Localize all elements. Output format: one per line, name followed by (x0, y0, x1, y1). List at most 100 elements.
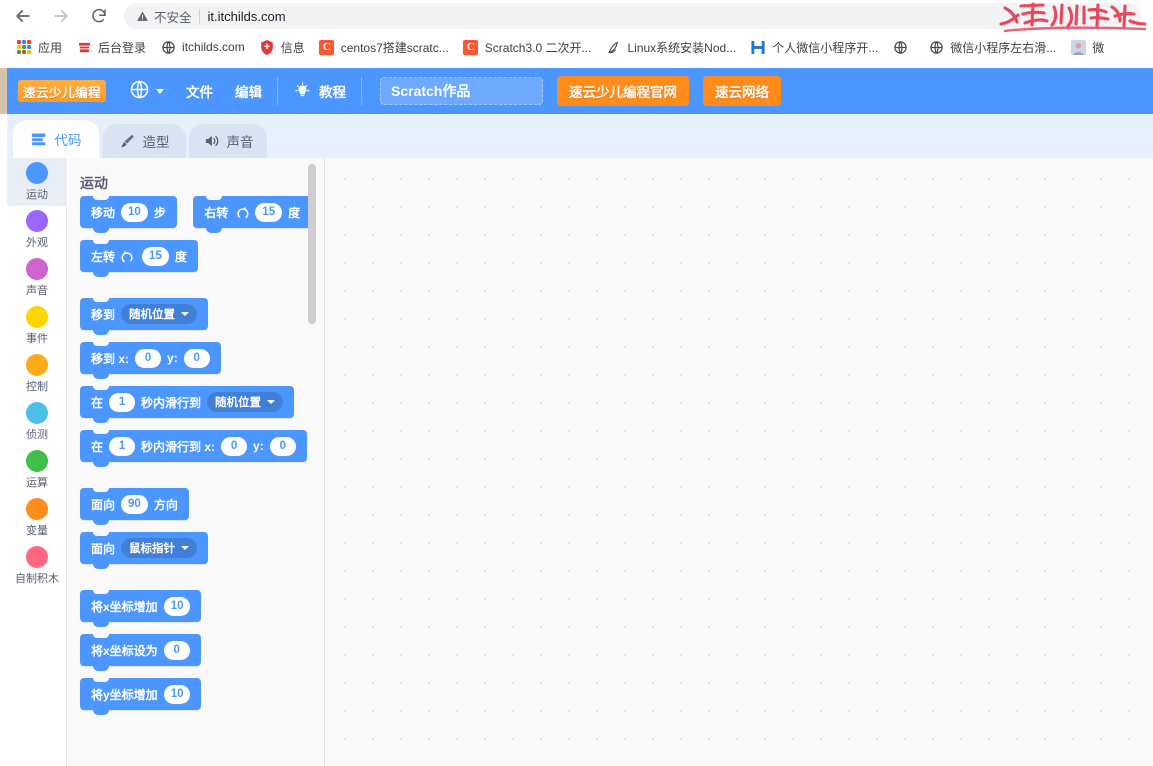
category-label: 侦测 (26, 426, 48, 442)
block-turn-right[interactable]: 右转 15 度 (193, 196, 311, 228)
reload-icon[interactable] (84, 1, 114, 31)
bookmark-centos7-scratch[interactable]: C centos7搭建scratc... (313, 35, 455, 59)
block-number-input[interactable]: 15 (142, 247, 169, 266)
block-move-steps[interactable]: 移动 10 步 (80, 196, 177, 228)
lightbulb-icon (293, 82, 312, 101)
block-number-input[interactable]: 15 (255, 203, 282, 222)
block-number-input[interactable]: 0 (164, 641, 190, 660)
workspace-canvas[interactable] (325, 158, 1153, 766)
scratch-menu-bar: 速云少儿编程 文件 编辑 (7, 68, 1153, 114)
tab-code[interactable]: 代码 (13, 120, 99, 158)
turn-left-icon (121, 249, 136, 264)
paintbrush-icon (119, 133, 136, 149)
bookmark-avatar-item[interactable]: 微 (1064, 35, 1110, 59)
category-color-dot (26, 258, 48, 280)
block-text: 移到 x: (91, 350, 129, 367)
official-site-button[interactable]: 速云少儿编程官网 (557, 76, 689, 106)
bookmark-itchilds[interactable]: itchilds.com (154, 35, 251, 59)
block-number-input[interactable]: 90 (121, 495, 148, 514)
block-text: 将x坐标设为 (91, 642, 158, 659)
category-control[interactable]: 控制 (7, 350, 67, 398)
block-dropdown[interactable]: 鼠标指针 (121, 538, 197, 558)
category-variables[interactable]: 变量 (7, 494, 67, 542)
forward-icon[interactable] (46, 1, 76, 31)
bookmark-info[interactable]: 信息 (253, 35, 311, 59)
bookmark-label: 信息 (281, 39, 305, 56)
menu-tutorials[interactable]: 教程 (282, 68, 357, 114)
network-site-button[interactable]: 速云网络 (703, 76, 781, 106)
omnibox-divider (199, 9, 200, 24)
bookmark-apps[interactable]: 应用 (10, 35, 68, 59)
block-number-input[interactable]: 10 (164, 685, 191, 704)
block-number-input[interactable]: 0 (135, 349, 161, 368)
palette-scrollbar[interactable] (308, 164, 316, 324)
block-text: 面向 (91, 496, 115, 513)
bookmark-label: centos7搭建scratc... (341, 39, 449, 56)
block-glide-to-target[interactable]: 在 1 秒内滑行到 随机位置 (80, 386, 294, 418)
category-label: 运算 (26, 474, 48, 490)
category-looks[interactable]: 外观 (7, 206, 67, 254)
block-number-input[interactable]: 1 (109, 437, 135, 456)
tab-costumes[interactable]: 造型 (102, 124, 186, 158)
apps-grid-icon (16, 39, 32, 55)
block-text: y: (253, 439, 264, 453)
bookmark-label: Linux系统安装Nod... (627, 39, 736, 56)
chevron-down-icon (181, 546, 189, 550)
block-set-x-to[interactable]: 将x坐标设为 0 (80, 634, 201, 666)
bookmark-admin-login[interactable]: 后台登录 (70, 35, 152, 59)
palette-section-heading: 运动 (80, 173, 108, 193)
block-number-input[interactable]: 10 (121, 203, 148, 222)
block-point-direction[interactable]: 面向 90 方向 (80, 488, 189, 520)
category-motion[interactable]: 运动 (7, 158, 67, 206)
bookmark-globe-blank[interactable] (886, 35, 920, 59)
block-text: 将x坐标增加 (91, 598, 158, 615)
menu-edit[interactable]: 编辑 (224, 68, 273, 114)
category-operators[interactable]: 运算 (7, 446, 67, 494)
block-point-towards[interactable]: 面向 鼠标指针 (80, 532, 208, 564)
category-label: 外观 (26, 234, 48, 250)
palette-block-list: 移动 10 步 右转 15 度 (68, 196, 325, 722)
block-goto-target[interactable]: 移到 随机位置 (80, 298, 208, 330)
block-text: 秒内滑行到 (141, 394, 201, 411)
back-icon[interactable] (8, 1, 38, 31)
bookmark-wechat-swipe[interactable]: 微信小程序左右滑... (922, 35, 1062, 59)
block-goto-xy[interactable]: 移到 x: 0 y: 0 (80, 342, 221, 374)
category-my-blocks[interactable]: 自制积木 (7, 542, 67, 590)
block-number-input[interactable]: 10 (164, 597, 191, 616)
block-text: 度 (288, 204, 300, 221)
category-events[interactable]: 事件 (7, 302, 67, 350)
bookmark-label: 应用 (38, 39, 62, 56)
tab-sounds[interactable]: 声音 (189, 124, 267, 158)
menu-file[interactable]: 文件 (175, 68, 224, 114)
navigation-bar: 不安全 it.itchilds.com (0, 0, 1153, 32)
block-dropdown[interactable]: 随机位置 (121, 304, 197, 324)
palette-spacer (68, 576, 325, 590)
block-dropdown[interactable]: 随机位置 (207, 392, 283, 412)
block-number-input[interactable]: 1 (109, 393, 135, 412)
block-text: 左转 (91, 248, 115, 265)
bookmark-linux-node[interactable]: Linux系统安装Nod... (599, 35, 742, 59)
block-turn-left[interactable]: 左转 15 度 (80, 240, 198, 272)
block-glide-to-xy[interactable]: 在 1 秒内滑行到 x: 0 y: 0 (80, 430, 307, 462)
block-change-y-by[interactable]: 将y坐标增加 10 (80, 678, 201, 710)
category-sound[interactable]: 声音 (7, 254, 67, 302)
admin-login-icon (76, 39, 92, 55)
block-number-input[interactable]: 0 (270, 437, 296, 456)
menu-separator-2 (361, 77, 362, 105)
address-bar[interactable]: 不安全 it.itchilds.com (124, 3, 1141, 29)
block-palette: 运动 移动 10 步 右转 (68, 158, 325, 766)
bookmark-wechat-miniprogram-dev[interactable]: 个人微信小程序开... (744, 35, 884, 59)
category-color-dot (26, 162, 48, 184)
language-selector[interactable] (118, 68, 175, 114)
project-title-input[interactable]: Scratch作品 (380, 77, 543, 105)
warning-triangle-icon (136, 10, 149, 23)
bookmark-scratch3-dev[interactable]: C Scratch3.0 二次开... (457, 35, 598, 59)
block-number-input[interactable]: 0 (221, 437, 247, 456)
site-logo[interactable]: 速云少儿编程 (18, 80, 106, 102)
tab-label: 声音 (227, 131, 254, 151)
category-sensing[interactable]: 侦测 (7, 398, 67, 446)
category-label: 自制积木 (15, 570, 59, 586)
block-change-x-by[interactable]: 将x坐标增加 10 (80, 590, 201, 622)
avatar-icon (1070, 39, 1086, 55)
block-number-input[interactable]: 0 (184, 349, 210, 368)
